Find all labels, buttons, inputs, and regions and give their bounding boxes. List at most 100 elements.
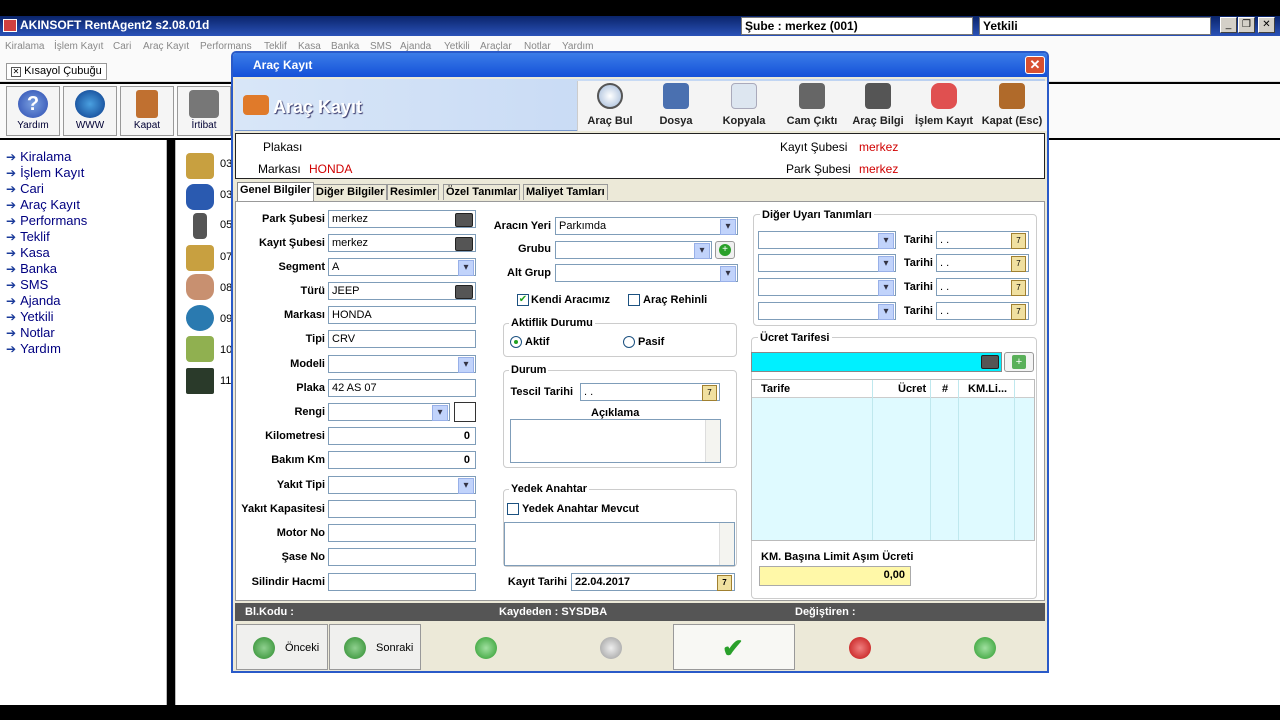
rengi-select[interactable] [328,403,450,421]
aktif-radio[interactable] [510,336,522,348]
uyari-3-select[interactable] [758,278,896,296]
add-icon[interactable] [475,637,497,659]
nav-item-performans[interactable]: ➔ Performans [6,213,87,228]
shortcut-tab[interactable]: ✕ Kısayol Çubuğu [6,63,107,80]
uyari-1-date[interactable]: . . [936,231,1029,249]
toolbar-irtibat-button[interactable]: İrtibat [177,86,231,136]
network-icon[interactable] [186,305,214,331]
nav-item-teklif[interactable]: ➔ Teklif [6,229,50,244]
refresh-icon[interactable] [974,637,996,659]
add-tarife-button[interactable]: + [1004,352,1034,372]
col-hash[interactable]: # [942,383,948,395]
users-icon[interactable] [186,274,214,300]
nav-item-kasa[interactable]: ➔ Kasa [6,245,50,260]
scrollbar[interactable] [719,523,734,565]
km-limit-field[interactable]: 0,00 [759,566,911,586]
yakit-tipi-select[interactable] [328,476,476,494]
onceki-button[interactable]: Önceki [236,624,328,670]
chart-icon[interactable] [186,368,214,394]
cam-cikti-button[interactable]: Cam Çıktı [779,83,845,127]
aracin-yeri-select[interactable]: Parkımda [555,217,738,235]
col-tarife[interactable]: Tarife [761,383,790,395]
silindir-hacmi-field[interactable] [328,573,476,591]
kapat-esc-button[interactable]: Kapat (Esc) [979,83,1045,127]
uyari-3-date[interactable]: . . [936,278,1029,296]
tescil-tarihi-field[interactable]: . . [580,383,720,401]
tab-ozel-tanimlar[interactable]: Özel Tanımlar [443,184,521,200]
toolbar-kapat-button[interactable]: Kapat [120,86,174,136]
tab-genel-bilgiler[interactable]: Genel Bilgiler [237,182,314,201]
arac-bul-button[interactable]: Araç Bul [577,83,643,127]
kopyala-button[interactable]: Kopyala [711,83,777,127]
traffic-light-icon[interactable] [193,213,207,239]
menu-kiralama[interactable]: Kiralama [5,41,44,52]
uyari-1-select[interactable] [758,231,896,249]
uyari-4-select[interactable] [758,302,896,320]
menu-cari[interactable]: Cari [113,41,131,52]
tab-resimler[interactable]: Resimler [387,184,440,200]
toolbar-yardim-button[interactable]: ? Yardım [6,86,60,136]
segment-select[interactable]: A [328,258,476,276]
add-group-button[interactable]: + [715,241,735,259]
dialog-close-button[interactable]: ✕ [1025,56,1045,74]
islem-kayit-button[interactable]: İşlem Kayıt [911,83,977,127]
nav-item-kiralama[interactable]: ➔ Kiralama [6,149,71,164]
toolbar-www-button[interactable]: WWW [63,86,117,136]
grubu-select[interactable] [555,241,712,259]
nav-item-banka[interactable]: ➔ Banka [6,261,57,276]
menu-islem-kayit[interactable]: İşlem Kayıt [54,41,103,52]
scrollbar[interactable] [705,420,720,462]
delete-icon[interactable] [600,637,622,659]
uyari-4-date[interactable]: . . [936,302,1029,320]
yakit-kapasitesi-field[interactable] [328,500,476,518]
pasif-radio[interactable] [623,336,635,348]
close-button[interactable]: ✕ [1258,17,1275,33]
save-button[interactable]: ✔ [673,624,795,670]
motor-no-field[interactable] [328,524,476,542]
nav-item-ajanda[interactable]: ➔ Ajanda [6,293,61,308]
restore-button[interactable]: ❐ [1238,17,1255,33]
kayit-subesi-field[interactable]: merkez [328,234,476,252]
tab-diger-bilgiler[interactable]: Diğer Bilgiler [313,184,388,200]
arac-rehinli-checkbox[interactable] [628,294,640,306]
col-km-limit[interactable]: KM.Li... [968,383,1007,395]
turu-field[interactable]: JEEP [328,282,476,300]
sase-no-field[interactable] [328,548,476,566]
nav-item-islem-kayit[interactable]: ➔ İşlem Kayıt [6,165,84,180]
car-list-icon[interactable] [186,245,214,271]
car-rent-icon[interactable] [186,153,214,179]
arac-bilgi-button[interactable]: Araç Bilgi [845,83,911,127]
report-icon[interactable] [186,336,214,362]
park-subesi-field[interactable]: merkez [328,210,476,228]
nav-item-yardim[interactable]: ➔ Yardım [6,341,61,356]
alt-grup-select[interactable] [555,264,738,282]
kilometresi-field[interactable]: 0 [328,427,476,445]
ucret-tarifesi-field[interactable] [751,352,1002,372]
nav-item-cari[interactable]: ➔ Cari [6,181,44,196]
nav-item-yetkili[interactable]: ➔ Yetkili [6,309,54,324]
aciklama-textarea[interactable] [510,419,721,463]
menu-arac-kayit[interactable]: Araç Kayıt [143,41,189,52]
yedek-anahtar-textarea[interactable] [504,522,735,566]
kayit-tarihi-field[interactable]: 22.04.2017 [571,573,735,591]
uyari-2-date[interactable]: . . [936,254,1029,272]
minimize-button[interactable]: _ [1220,17,1237,33]
plaka-field[interactable]: 42 AS 07 [328,379,476,397]
dosya-button[interactable]: Dosya [643,83,709,127]
bakim-km-field[interactable]: 0 [328,451,476,469]
yedek-anahtar-checkbox[interactable] [507,503,519,515]
nav-item-arac-kayit[interactable]: ➔ Araç Kayıt [6,197,80,212]
car-icon[interactable] [186,184,214,210]
markasi-field[interactable]: HONDA [328,306,476,324]
sonraki-button[interactable]: Sonraki [329,624,421,670]
kendi-aracimiz-checkbox[interactable]: ✔ [517,294,529,306]
nav-item-notlar[interactable]: ➔ Notlar [6,325,55,340]
cancel-icon[interactable] [849,637,871,659]
tipi-field[interactable]: CRV [328,330,476,348]
modeli-select[interactable] [328,355,476,373]
uyari-2-select[interactable] [758,254,896,272]
col-ucret[interactable]: Ücret [898,383,926,395]
nav-item-sms[interactable]: ➔ SMS [6,277,48,292]
tab-maliyet-tamlari[interactable]: Maliyet Tamları [523,184,608,200]
color-picker-swatch[interactable] [454,402,476,422]
